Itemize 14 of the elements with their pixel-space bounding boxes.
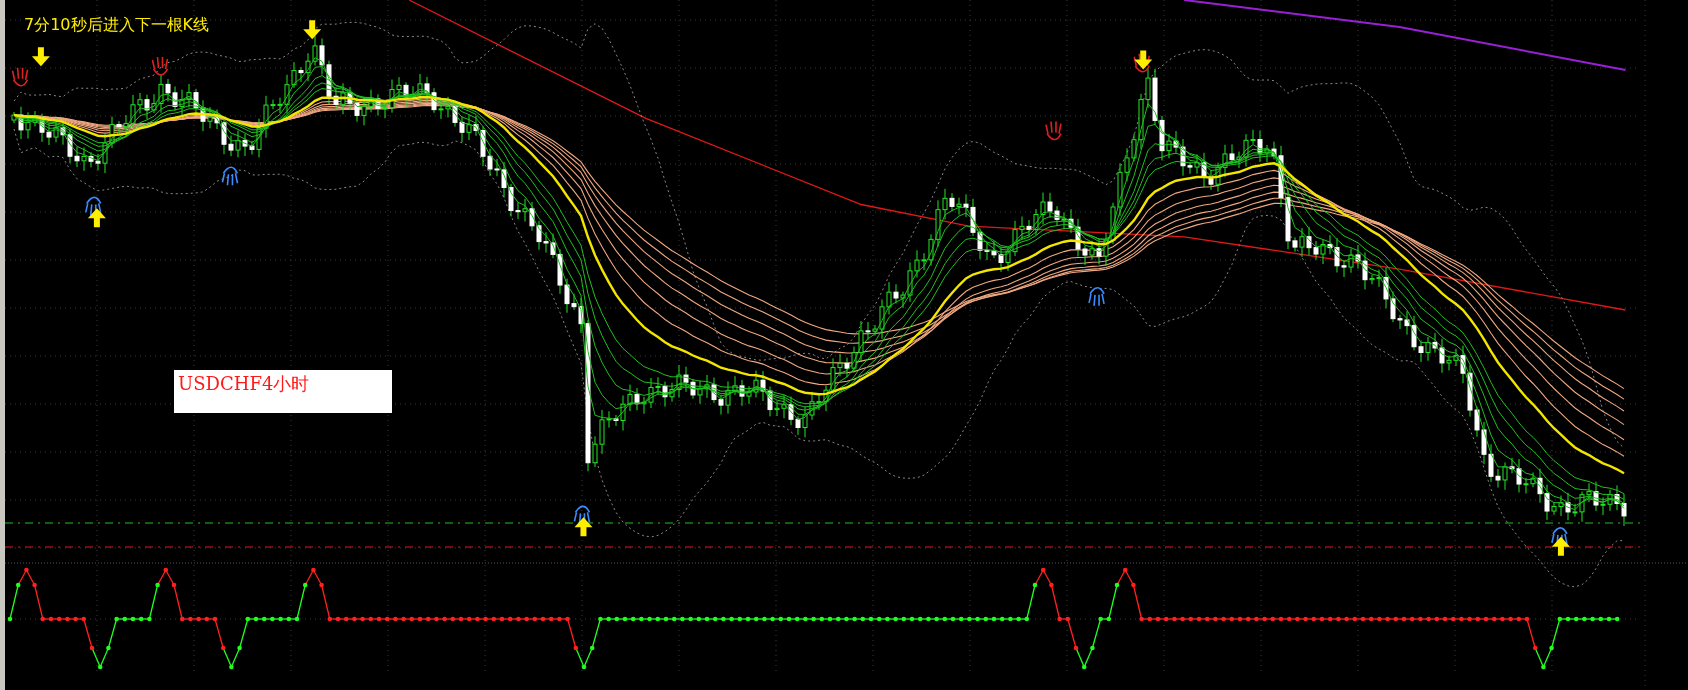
symbol-label: USDCHF4小时 [174, 370, 392, 413]
hand-icon [151, 56, 169, 76]
hand-icon [221, 166, 239, 187]
down-arrow-icon [303, 20, 322, 40]
hand-icon [1551, 527, 1568, 547]
hand-icon [1045, 120, 1062, 141]
up-arrow-icon [1551, 536, 1570, 556]
countdown-text: 7分10秒后进入下一根K线 [24, 15, 210, 36]
hand-icon [1088, 287, 1105, 307]
up-arrow-icon [574, 517, 593, 537]
hand-icon [84, 196, 102, 217]
hand-icon [11, 66, 29, 87]
down-arrow-icon [31, 47, 50, 67]
up-arrow-icon [87, 208, 106, 228]
